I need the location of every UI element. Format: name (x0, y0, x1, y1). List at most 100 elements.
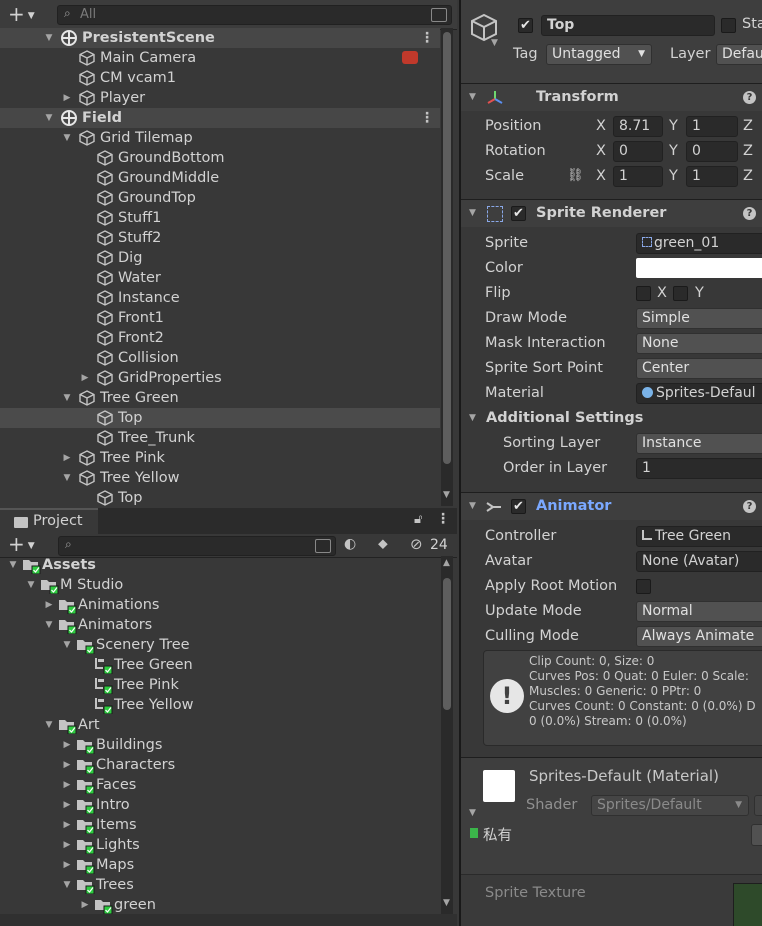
foldout-arrow[interactable]: ▼ (469, 92, 476, 102)
shader-edit-button[interactable] (754, 795, 762, 816)
material-field[interactable]: Sprites-Defaul (636, 383, 762, 404)
hierarchy-search-input[interactable]: ⌕ All (57, 5, 452, 25)
expand-arrow-right-icon[interactable]: ▶ (62, 855, 72, 875)
position-x-field[interactable]: 8.71 (613, 116, 663, 137)
expand-arrow-right-icon[interactable]: ▶ (62, 448, 72, 468)
hierarchy-row[interactable]: ▶ Player (0, 88, 440, 108)
project-scrollbar[interactable]: ▲ ▼ (441, 556, 453, 914)
flip-x-checkbox[interactable] (636, 286, 651, 301)
project-asset-row[interactable]: Tree Green (0, 655, 440, 675)
hierarchy-row[interactable]: Tree_Trunk (0, 428, 440, 448)
help-icon[interactable]: ? (743, 91, 756, 104)
scroll-down-arrow[interactable]: ▼ (443, 898, 450, 908)
expand-arrow-right-icon[interactable]: ▶ (62, 815, 72, 835)
constrain-proportions-icon[interactable]: ⛓ (567, 168, 584, 183)
active-checkbox[interactable]: ✔ (518, 18, 533, 33)
project-folder-row[interactable]: ▼ Assets (0, 555, 440, 575)
animator-enabled-checkbox[interactable]: ✔ (511, 499, 526, 514)
expand-arrow-right-icon[interactable]: ▶ (62, 735, 72, 755)
project-folder-row[interactable]: ▶ Animations (0, 595, 440, 615)
rotation-y-field[interactable]: 0 (686, 141, 738, 162)
color-swatch[interactable] (636, 258, 762, 278)
hidden-packages-icon[interactable]: ⊘ (410, 535, 423, 553)
position-y-field[interactable]: 1 (686, 116, 738, 137)
expand-arrow-right-icon[interactable]: ▶ (62, 795, 72, 815)
private-button[interactable] (751, 824, 762, 846)
sprite-texture-thumbnail[interactable] (733, 883, 762, 926)
hierarchy-row[interactable]: Top (0, 488, 440, 506)
shader-dropdown[interactable]: Sprites/Default ▼ (591, 795, 749, 816)
hierarchy-row[interactable]: ▼ Grid Tilemap (0, 128, 440, 148)
object-name-input[interactable]: Top (541, 15, 715, 36)
project-scroll-thumb[interactable] (443, 578, 451, 710)
project-folder-row[interactable]: ▶ Characters (0, 755, 440, 775)
hierarchy-row[interactable]: GroundTop (0, 188, 440, 208)
hierarchy-row[interactable]: Water (0, 268, 440, 288)
project-folder-row[interactable]: ▶ Buildings (0, 735, 440, 755)
hierarchy-row[interactable]: Front1 (0, 308, 440, 328)
expand-arrow-down-icon[interactable]: ▼ (44, 615, 54, 635)
hierarchy-row[interactable]: Top (0, 408, 440, 428)
expand-arrow-down-icon[interactable]: ▼ (62, 128, 72, 148)
project-folder-row[interactable]: ▼ M Studio (0, 575, 440, 595)
transform-header[interactable]: ▼ Transform ? (461, 83, 762, 111)
hierarchy-row[interactable]: Collision (0, 348, 440, 368)
additional-settings-label[interactable]: Additional Settings (486, 410, 643, 426)
project-asset-row[interactable]: Tree Yellow (0, 695, 440, 715)
controller-field[interactable]: Tree Green (636, 526, 762, 547)
rotation-x-field[interactable]: 0 (613, 141, 663, 162)
project-folder-row[interactable]: ▼ Scenery Tree (0, 635, 440, 655)
project-folder-row[interactable]: ▼ Animators (0, 615, 440, 635)
more-options-icon[interactable]: ⋮ (436, 512, 450, 526)
expand-arrow-down-icon[interactable]: ▼ (8, 555, 18, 575)
scene-options-icon[interactable]: ⋮ (420, 111, 434, 125)
order-in-layer-field[interactable]: 1 (636, 458, 762, 479)
project-folder-row[interactable]: ▼ Trees (0, 875, 440, 895)
expand-arrow-down-icon[interactable]: ▼ (62, 875, 72, 895)
expand-arrow-right-icon[interactable]: ▶ (62, 755, 72, 775)
icon-dropdown-arrow[interactable]: ▼ (491, 38, 498, 48)
expand-arrow-right-icon[interactable]: ▶ (62, 835, 72, 855)
hierarchy-row[interactable]: ▶ GridProperties (0, 368, 440, 388)
sprite-sort-point-dropdown[interactable]: Center (636, 358, 762, 379)
culling-mode-dropdown[interactable]: Always Animate (636, 626, 762, 647)
hierarchy-scroll-thumb[interactable] (443, 32, 451, 464)
hierarchy-row[interactable]: ▼ Tree Yellow (0, 468, 440, 488)
project-folder-row[interactable]: ▶ Lights (0, 835, 440, 855)
sorting-layer-dropdown[interactable]: Instance (636, 433, 762, 454)
expand-arrow-right-icon[interactable]: ▶ (80, 895, 90, 915)
hierarchy-row[interactable]: Dig (0, 248, 440, 268)
expand-arrow-down-icon[interactable]: ▼ (62, 635, 72, 655)
expand-arrow-right-icon[interactable]: ▶ (62, 775, 72, 795)
help-icon[interactable]: ? (743, 207, 756, 220)
additional-settings-arrow[interactable]: ▼ (469, 413, 476, 423)
avatar-field[interactable]: None (Avatar) (636, 551, 762, 572)
project-folder-row[interactable]: ▶ Faces (0, 775, 440, 795)
expand-arrow-down-icon[interactable]: ▼ (62, 468, 72, 488)
hierarchy-row[interactable]: GroundMiddle (0, 168, 440, 188)
expand-arrow-down-icon[interactable]: ▼ (44, 108, 54, 128)
hierarchy-row[interactable]: GroundBottom (0, 148, 440, 168)
scene-search-icon[interactable] (431, 8, 447, 22)
project-folder-row[interactable]: ▶ Items (0, 815, 440, 835)
hierarchy-row[interactable]: ▼ Tree Green (0, 388, 440, 408)
expand-arrow-down-icon[interactable]: ▼ (62, 388, 72, 408)
project-tab[interactable]: Project (0, 508, 98, 534)
expand-arrow-down-icon[interactable]: ▼ (26, 575, 36, 595)
hierarchy-row[interactable]: Instance (0, 288, 440, 308)
help-icon[interactable]: ? (743, 500, 756, 513)
project-asset-row[interactable]: Tree Pink (0, 675, 440, 695)
hierarchy-row[interactable]: Stuff2 (0, 228, 440, 248)
project-folder-row[interactable]: ▼ Art (0, 715, 440, 735)
tag-dropdown[interactable]: Untagged ▼ (546, 44, 652, 65)
hierarchy-row[interactable]: Front2 (0, 328, 440, 348)
scene-options-icon[interactable]: ⋮ (420, 31, 434, 45)
hierarchy-scrollbar[interactable]: ▼ (441, 28, 453, 506)
create-button[interactable]: + ▼ (8, 4, 44, 25)
scroll-up-arrow[interactable]: ▲ (443, 558, 450, 568)
draw-mode-dropdown[interactable]: Simple (636, 308, 762, 329)
static-checkbox[interactable] (721, 18, 736, 33)
expand-arrow-right-icon[interactable]: ▶ (80, 368, 90, 388)
foldout-arrow[interactable]: ▼ (469, 208, 476, 218)
scale-y-field[interactable]: 1 (686, 166, 738, 187)
